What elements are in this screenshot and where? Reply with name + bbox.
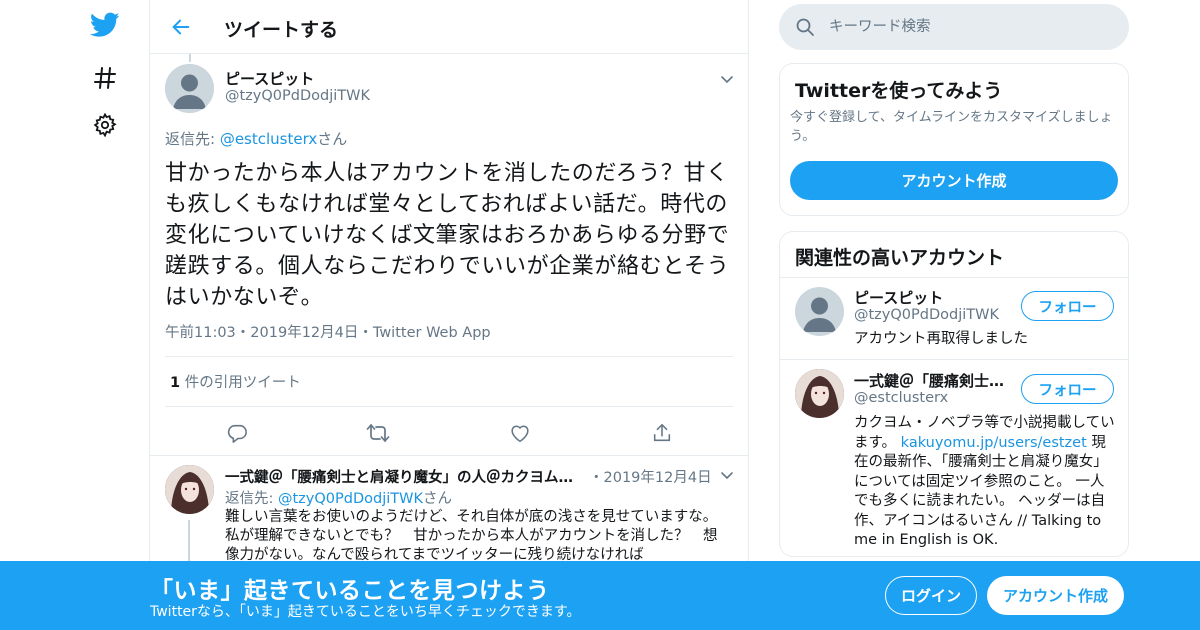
author-name[interactable]: ピースピット — [225, 68, 314, 89]
tweet-timestamp[interactable]: 午前11:03・2019年12月4日・Twitter Web App — [165, 321, 491, 342]
related-account[interactable]: ピースピット @tzyQ0PdDodjiTWK アカウント再取得しました フォロ… — [780, 278, 1128, 359]
reply-to-label: 返信先: — [165, 130, 220, 148]
tweet-actions — [165, 418, 733, 448]
divider — [165, 406, 733, 407]
create-account-button[interactable]: アカウント作成 — [790, 161, 1118, 200]
account-handle[interactable]: @estclusterx — [854, 390, 948, 406]
divider — [165, 356, 733, 357]
reply-author-name[interactable]: 一式鍵＠「腰痛剣士と肩凝り魔女」の人＠カクヨム… — [225, 466, 585, 487]
reply-to-label: 返信先: — [225, 491, 278, 507]
quote-count-label: 件の引用ツイート — [180, 375, 301, 391]
banner-subtitle: Twitterなら、「いま」起きていることをいち早くチェックできます。 — [150, 604, 581, 620]
like-heart-icon[interactable] — [505, 418, 535, 448]
gear-icon[interactable] — [90, 110, 120, 140]
signup-card-subtitle: 今すぐ登録して、タイムラインをカスタマイズしましょう。 — [790, 110, 1113, 144]
signup-card: Twitterを使ってみよう 今すぐ登録して、タイムラインをカスタマイズしましょ… — [779, 63, 1129, 216]
reply-to: 返信先: @tzyQ0PdDodjiTWKさん — [225, 487, 452, 508]
tweet-text: 甘かったから本人はアカウントを消したのだろう？甘くも疚しくもなければ堂々としてお… — [165, 161, 730, 310]
search-input[interactable] — [829, 14, 1109, 40]
reply-to: 返信先: @estclusterxさん — [165, 128, 347, 149]
focused-tweet: ピースピット @tzyQ0PdDodjiTWK 返信先: @estcluster… — [165, 63, 735, 443]
quote-tweet-count[interactable]: 1 件の引用ツイート — [170, 371, 301, 392]
reply-to-suffix: さん — [317, 130, 348, 148]
reply-to-suffix: さん — [422, 491, 452, 507]
quote-count-number: 1 — [170, 375, 181, 391]
signup-card-title: Twitterを使ってみよう — [795, 80, 1003, 102]
related-account[interactable]: 一式鍵＠「腰痛剣士… @estclusterx カクヨム・ノベプラ等で小説掲載し… — [780, 360, 1128, 550]
main-column: ツイートする ピースピット @tzyQ0PdDodjiTWK 返信先: @est… — [149, 0, 749, 630]
thread-connector — [189, 54, 191, 62]
avatar[interactable] — [165, 465, 214, 514]
account-name[interactable]: 一式鍵＠「腰痛剣士… — [854, 370, 1014, 391]
account-handle[interactable]: @tzyQ0PdDodjiTWK — [854, 307, 999, 323]
search-bar — [779, 4, 1129, 50]
reply-to-handle-link[interactable]: @estclusterx — [220, 130, 317, 148]
page-header: ツイートする — [150, 0, 748, 54]
avatar[interactable] — [795, 369, 844, 418]
account-name[interactable]: ピースピット — [854, 287, 1014, 308]
chevron-down-icon[interactable] — [719, 71, 735, 87]
avatar[interactable] — [795, 287, 844, 336]
signup-banner: 「いま」起きていることを見つけよう Twitterなら、「いま」起きていることを… — [0, 561, 1200, 630]
account-bio-link[interactable]: kakuyomu.jp/users/estzet — [901, 435, 1087, 451]
share-icon[interactable] — [647, 418, 677, 448]
login-button[interactable]: ログイン — [885, 576, 977, 615]
avatar[interactable] — [165, 64, 214, 113]
hashtag-icon[interactable] — [90, 63, 120, 93]
account-bio-text: 現在の最新作、「腰痛剣士と肩凝り魔女」については固定ツイ参照のこと。 一人でも多… — [854, 434, 1108, 549]
signup-button[interactable]: アカウント作成 — [987, 576, 1124, 615]
related-accounts-title: 関連性の高いアカウント — [795, 247, 1005, 269]
reply-to-handle-link[interactable]: @tzyQ0PdDodjiTWK — [278, 491, 423, 507]
divider — [150, 455, 748, 456]
follow-button[interactable]: フォロー — [1021, 291, 1114, 321]
account-bio: アカウント再取得しました — [854, 331, 1028, 347]
left-nav — [80, 0, 130, 630]
account-bio: カクヨム・ノベプラ等で小説掲載しています。 kakuyomu.jp/users/… — [854, 414, 1116, 551]
follow-button[interactable]: フォロー — [1021, 374, 1114, 404]
author-handle[interactable]: @tzyQ0PdDodjiTWK — [225, 88, 370, 104]
reply-icon[interactable] — [222, 418, 252, 448]
chevron-down-icon[interactable] — [719, 467, 735, 483]
twitter-bird-icon[interactable] — [90, 10, 120, 40]
reply-text: 難しい言葉をお使いのようだけど、それ自体が底の浅さを見せていますな。私が理解でき… — [225, 509, 718, 563]
back-arrow-icon[interactable] — [168, 14, 194, 40]
reply-timestamp[interactable]: ・2019年12月4日 — [589, 466, 712, 487]
retweet-icon[interactable] — [363, 418, 393, 448]
related-accounts-card: 関連性の高いアカウント ピースピット @tzyQ0PdDodjiTWK アカウン… — [779, 231, 1129, 557]
search-icon — [795, 17, 815, 37]
banner-title: 「いま」起きていることを見つけよう — [150, 578, 550, 604]
page-title: ツイートする — [224, 19, 339, 41]
